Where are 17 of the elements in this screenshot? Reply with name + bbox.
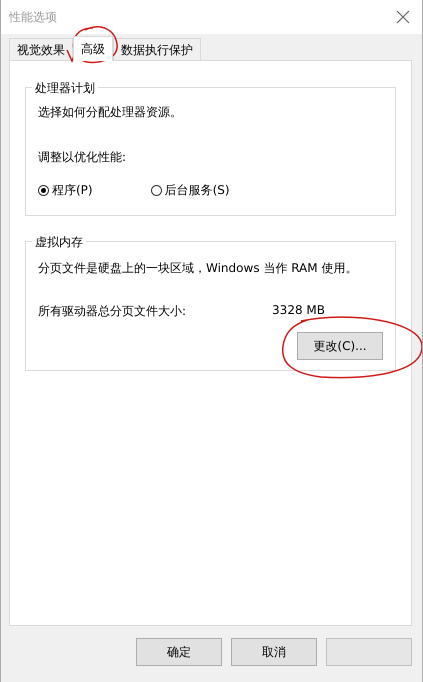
dialog-button[interactable]: 取消 <box>231 638 317 666</box>
size-value: 3328 MB <box>272 303 325 319</box>
radio-option[interactable]: 后台服务(S) <box>150 182 230 199</box>
radio-option[interactable]: 程序(P) <box>38 182 93 199</box>
tab[interactable]: 视觉效果 <box>9 38 73 60</box>
description-text: 选择如何分配处理器资源。 <box>38 104 183 121</box>
dialog-button[interactable]: 确定 <box>136 638 222 666</box>
close-icon[interactable] <box>396 10 410 24</box>
description-text: 分页文件是硬盘上的一块区域，Windows 当作 RAM 使用。 <box>38 260 358 277</box>
tab[interactable]: 高级 <box>73 36 113 61</box>
size-label: 所有驱动器总分页文件大小: <box>38 303 186 320</box>
group-title: 处理器计划 <box>32 80 98 97</box>
prompt-text: 调整以优化性能: <box>38 149 128 166</box>
window-title: 性能选项 <box>9 8 57 26</box>
group-title: 虚拟内存 <box>32 234 86 251</box>
change-button[interactable]: 更改(C)... <box>297 332 383 360</box>
tab[interactable]: 数据执行保护 <box>113 38 201 60</box>
